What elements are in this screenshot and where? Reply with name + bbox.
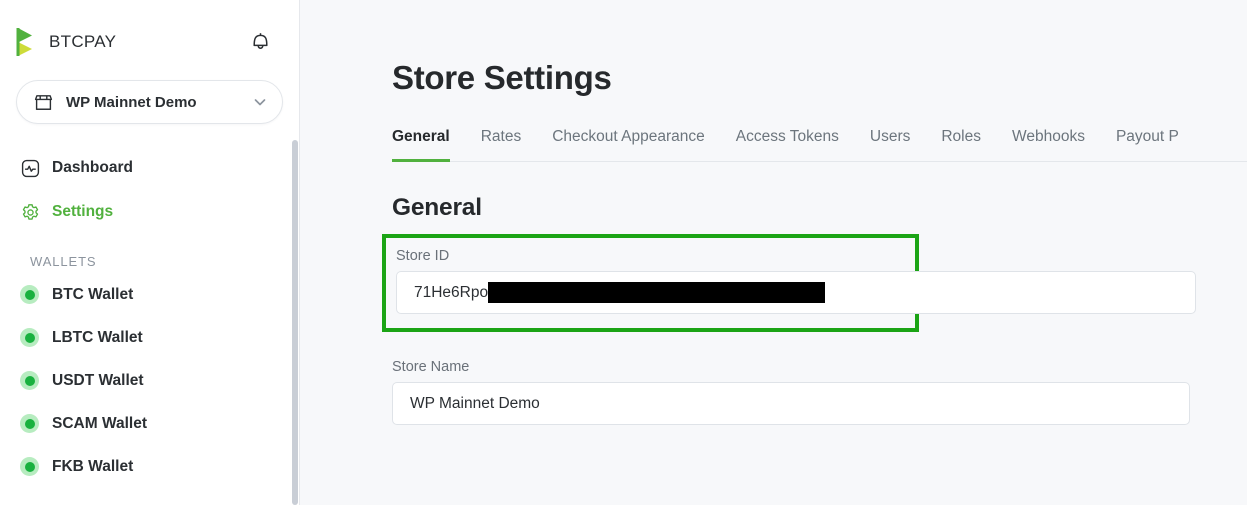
tab-access-tokens[interactable]: Access Tokens — [736, 128, 839, 162]
sidebar-item-lbtc-wallet-label: LBTC Wallet — [52, 328, 143, 346]
store-selector-label: WP Mainnet Demo — [66, 93, 197, 111]
sidebar-scrollbar[interactable] — [292, 0, 299, 505]
wallet-status-dot-icon — [20, 457, 39, 476]
store-id-value: 71He6Rpo — [414, 282, 826, 304]
chevron-down-icon — [252, 94, 268, 110]
store-name-input[interactable]: WP Mainnet Demo — [392, 382, 1190, 426]
app-root: BTCPAY WP Mainnet Demo Dashboard Setting… — [0, 0, 1247, 505]
brand-name: BTCPAY — [49, 32, 117, 51]
page-title: Store Settings — [392, 59, 612, 96]
sidebar-item-btc-wallet-label: BTC Wallet — [52, 285, 134, 303]
notification-bell-button[interactable] — [245, 27, 275, 57]
sidebar-item-scam-wallet[interactable]: SCAM Wallet — [10, 402, 289, 445]
wallet-status-dot-icon — [20, 285, 39, 304]
store-id-input[interactable]: 71He6Rpo — [396, 271, 1196, 315]
sidebar-header: BTCPAY — [0, 0, 299, 68]
sidebar-item-settings-label: Settings — [52, 203, 114, 220]
sidebar: BTCPAY WP Mainnet Demo Dashboard Setting… — [0, 0, 300, 505]
store-name-value: WP Mainnet Demo — [410, 394, 540, 412]
sidebar-section-wallets-title: WALLETS — [30, 254, 97, 269]
store-id-redaction-bar — [488, 282, 826, 304]
wallet-status-dot-icon — [20, 371, 39, 390]
sidebar-item-usdt-wallet[interactable]: USDT Wallet — [10, 359, 289, 402]
notification-bell-icon — [250, 30, 271, 55]
tab-rates[interactable]: Rates — [481, 128, 522, 162]
tab-general[interactable]: General — [392, 128, 450, 163]
brand[interactable]: BTCPAY — [16, 27, 116, 57]
wallet-status-dot-icon — [20, 414, 39, 433]
store-selector[interactable]: WP Mainnet Demo — [16, 80, 283, 124]
store-id-annotation-highlight: Store ID 71He6Rpo — [382, 234, 1196, 333]
store-id-label: Store ID — [396, 248, 450, 265]
store-name-label: Store Name — [392, 359, 470, 376]
tab-checkout-appearance[interactable]: Checkout Appearance — [552, 128, 705, 162]
settings-tabs: General Rates Checkout Appearance Access… — [392, 128, 1247, 163]
sidebar-item-btc-wallet[interactable]: BTC Wallet — [10, 273, 289, 316]
dashboard-pulse-icon — [20, 158, 40, 178]
tab-roles[interactable]: Roles — [941, 128, 981, 162]
sidebar-nav: Dashboard Settings WALLETS BTC Wallet LB… — [0, 146, 299, 488]
sidebar-item-dashboard[interactable]: Dashboard — [10, 146, 289, 190]
tab-payout-processors[interactable]: Payout P — [1116, 128, 1179, 162]
sidebar-item-dashboard-label: Dashboard — [52, 159, 133, 176]
tab-webhooks[interactable]: Webhooks — [1012, 128, 1085, 162]
sidebar-item-fkb-wallet[interactable]: FKB Wallet — [10, 445, 289, 488]
btcpay-logo-icon — [16, 27, 42, 57]
sidebar-item-fkb-wallet-label: FKB Wallet — [52, 457, 134, 475]
sidebar-item-usdt-wallet-label: USDT Wallet — [52, 371, 144, 389]
main-content: Store Settings General Rates Checkout Ap… — [300, 0, 1247, 505]
gear-icon — [20, 202, 40, 222]
sidebar-item-settings[interactable]: Settings — [10, 190, 289, 234]
sidebar-item-scam-wallet-label: SCAM Wallet — [52, 414, 148, 432]
store-name-field-group: Store Name WP Mainnet Demo — [392, 359, 1247, 426]
sidebar-item-lbtc-wallet[interactable]: LBTC Wallet — [10, 316, 289, 359]
sidebar-scrollbar-thumb[interactable] — [292, 140, 298, 505]
storefront-icon — [33, 92, 54, 113]
wallet-status-dot-icon — [20, 328, 39, 347]
tab-users[interactable]: Users — [870, 128, 910, 162]
section-title-general: General — [392, 194, 482, 222]
store-id-visible-prefix: 71He6Rpo — [414, 283, 489, 301]
